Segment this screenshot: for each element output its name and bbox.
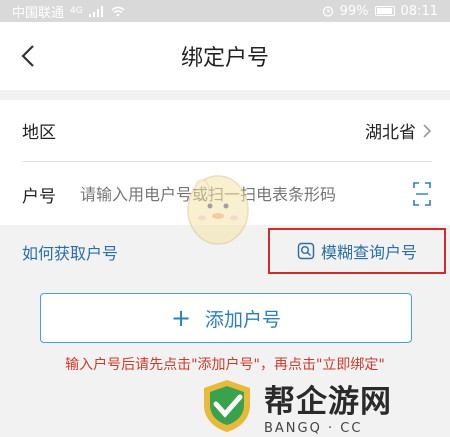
watermark-title: 帮企游网 [264,384,392,420]
status-bar: 中国联通 4G 99% 08:11 [0,0,450,22]
search-icon [297,242,315,260]
fuzzy-search-button[interactable]: 模糊查询户号 [268,228,446,274]
signal-icon [88,5,103,17]
nav-bar: 绑定户号 [0,22,450,90]
plus-icon: + [170,304,192,332]
how-to-get-account-link[interactable]: 如何获取户号 [22,240,118,264]
region-row[interactable]: 地区 湖北省 [22,100,432,162]
region-label: 地区 [22,123,56,143]
watermark-subtitle: BANGQ · CC [264,421,363,436]
chevron-left-icon[interactable] [16,42,40,70]
account-label: 户号 [22,186,56,207]
links-row: 如何获取户号 模糊查询户号 [0,228,450,274]
wifi-icon [111,6,125,16]
add-account-button[interactable]: + 添加户号 [40,293,412,343]
chevron-right-icon [423,123,432,138]
network-label: 4G [70,6,83,16]
battery-icon [374,6,395,16]
add-account-label: 添加户号 [205,308,282,331]
clock: 08:11 [400,3,438,19]
page-title: 绑定户号 [180,46,269,71]
shield-logo-icon [204,380,250,432]
carrier-label: 中国联通 [12,5,65,21]
region-value-text: 湖北省 [365,123,416,143]
region-value[interactable]: 湖北省 [365,118,432,143]
battery-percent: 99% [339,3,369,19]
hint-text: 输入户号后请先点击"添加户号"，再点击"立即绑定" [65,357,385,373]
fuzzy-search-label: 模糊查询户号 [320,243,417,262]
alarm-icon [322,6,333,17]
scan-icon[interactable] [412,181,432,207]
site-watermark: 帮企游网 BANGQ · CC [198,375,450,437]
